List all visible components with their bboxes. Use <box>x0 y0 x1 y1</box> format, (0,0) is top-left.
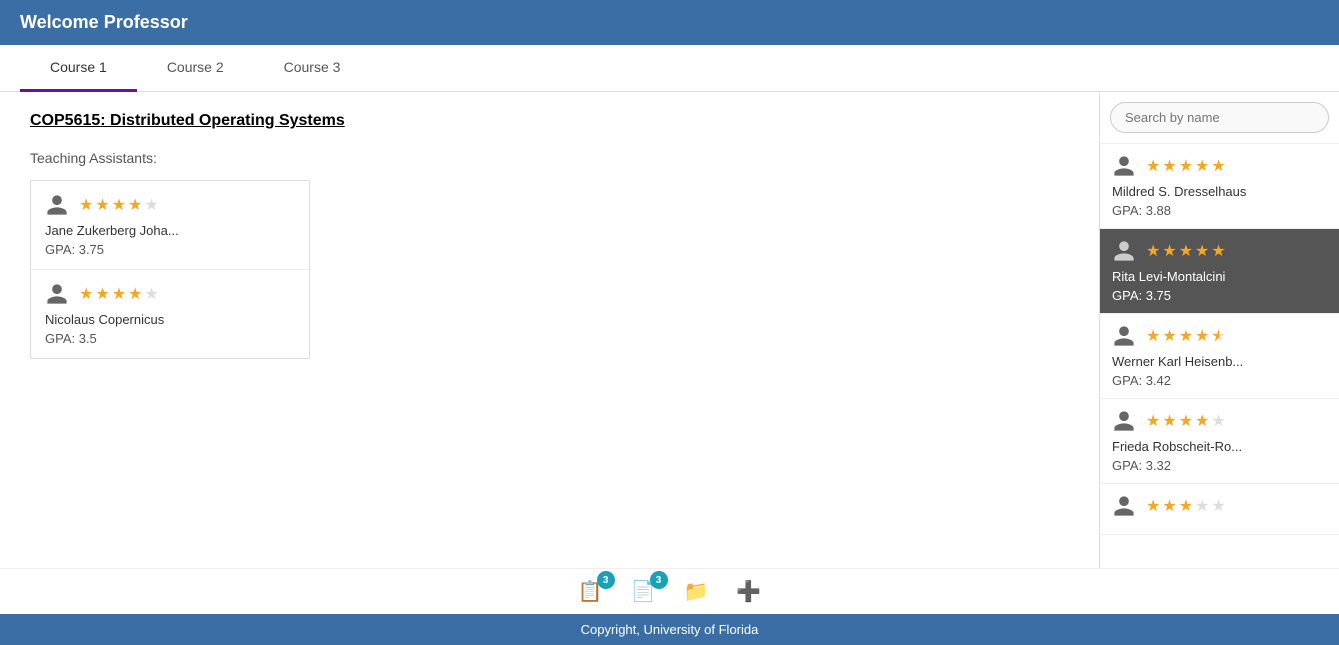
candidate-name-3: Frieda Robscheit-Ro... <box>1112 439 1327 454</box>
badge-0: 3 <box>597 571 615 589</box>
candidate-gpa-2: GPA: 3.42 <box>1112 373 1327 388</box>
stars-1: ★ ★ ★ ★ ★ <box>79 284 159 304</box>
candidate-card-3[interactable]: ★ ★ ★ ★ ★ Frieda Robscheit-Ro... GPA: 3.… <box>1100 399 1339 484</box>
badge-1: 3 <box>650 571 668 589</box>
candidate-gpa-1: GPA: 3.75 <box>1112 288 1327 303</box>
footer: Copyright, University of Florida <box>0 614 1339 645</box>
candidate-person-icon-4 <box>1112 494 1136 518</box>
candidate-stars-4: ★ ★ ★ ★ ★ <box>1146 496 1226 516</box>
person-icon-1 <box>45 282 69 306</box>
candidate-stars-0: ★ ★ ★ ★ ★ <box>1146 156 1226 176</box>
right-panel: ★ ★ ★ ★ ★ Mildred S. Dresselhaus GPA: 3.… <box>1099 92 1339 568</box>
candidate-name-1: Rita Levi-Montalcini <box>1112 269 1327 284</box>
candidate-stars-3: ★ ★ ★ ★ ★ <box>1146 411 1226 431</box>
tab-bar: Course 1 Course 2 Course 3 <box>0 45 1339 92</box>
toolbar-btn-2[interactable]: 📁 <box>676 575 717 608</box>
search-bar-container <box>1100 92 1339 144</box>
candidates-list[interactable]: ★ ★ ★ ★ ★ Mildred S. Dresselhaus GPA: 3.… <box>1100 144 1339 568</box>
candidate-person-icon-3 <box>1112 409 1136 433</box>
toolbar-btn-1[interactable]: 3 📄 <box>623 575 664 608</box>
candidate-name-0: Mildred S. Dresselhaus <box>1112 184 1327 199</box>
toolbar-btn-0[interactable]: 3 📋 <box>570 575 611 608</box>
section-label: Teaching Assistants: <box>30 150 1069 166</box>
toolbar-btn-3[interactable]: ➕ <box>728 575 769 608</box>
footer-text: Copyright, University of Florida <box>581 622 759 637</box>
candidate-name-2: Werner Karl Heisenb... <box>1112 354 1327 369</box>
person-icon-0 <box>45 193 69 217</box>
tab-course3[interactable]: Course 3 <box>254 45 371 92</box>
ta-gpa-1: GPA: 3.5 <box>45 331 295 346</box>
candidate-stars-2: ★ ★ ★ ★ ★ ★ <box>1146 326 1226 346</box>
header-title: Welcome Professor <box>20 12 188 32</box>
bottom-toolbar: 3 📋 3 📄 📁 ➕ <box>0 568 1339 614</box>
tab-course1[interactable]: Course 1 <box>20 45 137 92</box>
ta-gpa-0: GPA: 3.75 <box>45 242 295 257</box>
ta-name-0: Jane Zukerberg Joha... <box>45 223 295 238</box>
toolbar-icon-2: 📁 <box>684 581 709 603</box>
candidate-person-icon-0 <box>1112 154 1136 178</box>
stars-0: ★ ★ ★ ★ ★ <box>79 195 159 215</box>
ta-card-1[interactable]: ★ ★ ★ ★ ★ Nicolaus Copernicus GPA: 3.5 <box>31 270 309 358</box>
candidate-gpa-0: GPA: 3.88 <box>1112 203 1327 218</box>
toolbar-icon-3: ➕ <box>736 581 761 603</box>
candidate-card-2[interactable]: ★ ★ ★ ★ ★ ★ Werner Karl Heisenb... GPA: … <box>1100 314 1339 399</box>
tab-course2[interactable]: Course 2 <box>137 45 254 92</box>
candidate-card-1[interactable]: ★ ★ ★ ★ ★ Rita Levi-Montalcini GPA: 3.75 <box>1100 229 1339 314</box>
search-input[interactable] <box>1110 102 1329 133</box>
candidate-card-4[interactable]: ★ ★ ★ ★ ★ <box>1100 484 1339 535</box>
main-content: COP5615: Distributed Operating Systems T… <box>0 92 1339 568</box>
candidate-gpa-3: GPA: 3.32 <box>1112 458 1327 473</box>
ta-card-0[interactable]: ★ ★ ★ ★ ★ Jane Zukerberg Joha... GPA: 3.… <box>31 181 309 270</box>
course-title: COP5615: Distributed Operating Systems <box>30 112 1069 130</box>
ta-name-1: Nicolaus Copernicus <box>45 312 295 327</box>
left-panel: COP5615: Distributed Operating Systems T… <box>0 92 1099 568</box>
ta-list-container: ★ ★ ★ ★ ★ Jane Zukerberg Joha... GPA: 3.… <box>30 180 310 359</box>
candidate-person-icon-1 <box>1112 239 1136 263</box>
page-header: Welcome Professor <box>0 0 1339 45</box>
ta-scroll[interactable]: ★ ★ ★ ★ ★ Jane Zukerberg Joha... GPA: 3.… <box>31 181 309 358</box>
candidate-stars-1: ★ ★ ★ ★ ★ <box>1146 241 1226 261</box>
candidate-card-0[interactable]: ★ ★ ★ ★ ★ Mildred S. Dresselhaus GPA: 3.… <box>1100 144 1339 229</box>
candidate-person-icon-2 <box>1112 324 1136 348</box>
